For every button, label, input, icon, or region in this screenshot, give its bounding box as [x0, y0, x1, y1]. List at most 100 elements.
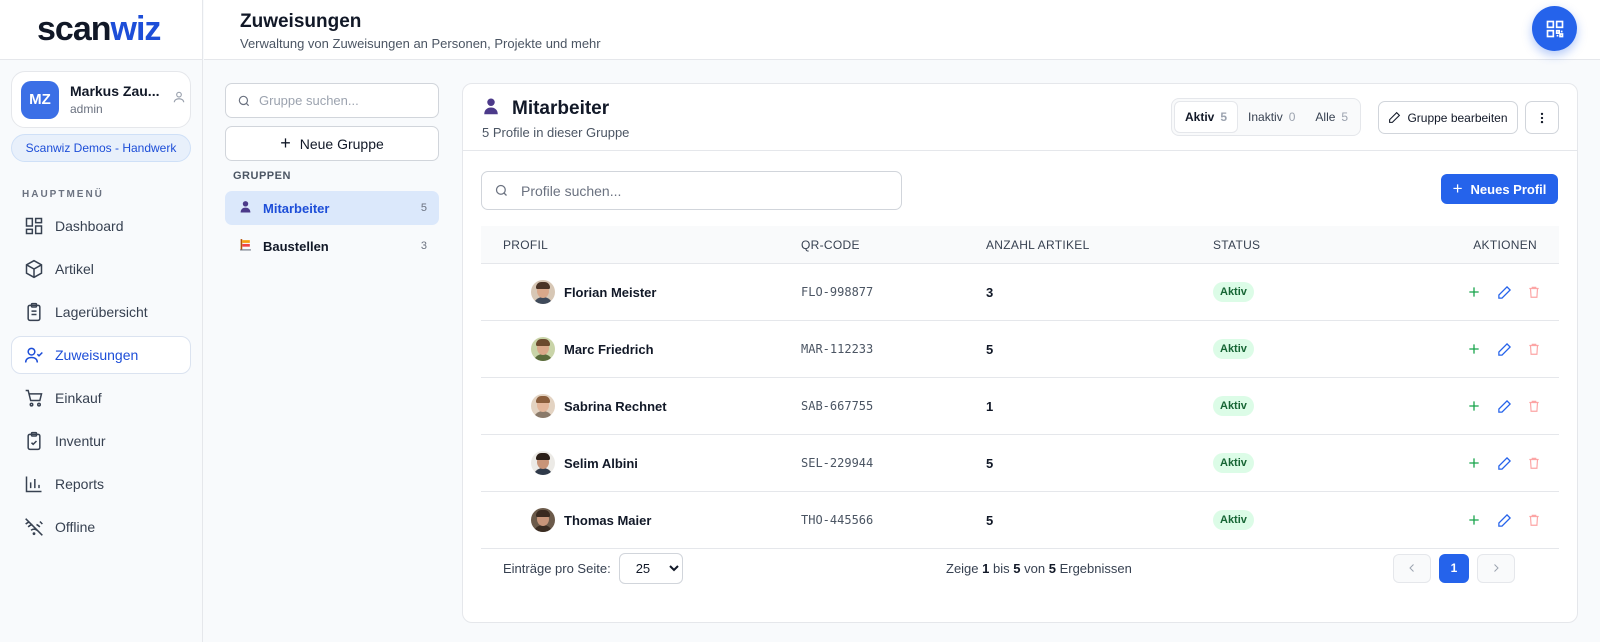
- menu-item-dashboard[interactable]: Dashboard: [11, 207, 191, 245]
- previous-page-button[interactable]: [1393, 553, 1431, 583]
- delete-profile-button[interactable]: [1519, 452, 1549, 474]
- table-row[interactable]: Florian Meister FLO-998877 3 Aktiv: [481, 264, 1559, 321]
- profile-search[interactable]: [481, 171, 902, 210]
- trash-icon: [1529, 514, 1539, 526]
- group-search-input[interactable]: [259, 93, 429, 108]
- next-page-button[interactable]: [1477, 553, 1515, 583]
- status-cell: Aktiv: [1213, 453, 1413, 473]
- search-icon: [238, 95, 250, 106]
- card-title: Mitarbeiter: [512, 97, 610, 119]
- column-header-status[interactable]: STATUS: [1213, 238, 1413, 252]
- menu-item-zuweisungen[interactable]: Zuweisungen: [11, 336, 191, 374]
- edit-profile-button[interactable]: [1489, 338, 1519, 360]
- column-header-qr-code[interactable]: QR-CODE: [801, 238, 986, 252]
- logo[interactable]: scan wiz: [0, 0, 202, 60]
- qr-scan-button[interactable]: [1532, 6, 1577, 51]
- menu-item-inventur[interactable]: Inventur: [11, 422, 191, 460]
- add-assignment-button[interactable]: [1459, 281, 1489, 303]
- filter-tab-alle[interactable]: Alle 5: [1305, 101, 1358, 133]
- column-header-anzahl-artikel[interactable]: ANZAHL ARTIKEL: [986, 238, 1213, 252]
- delete-profile-button[interactable]: [1519, 509, 1549, 531]
- menu-item-label: Artikel: [55, 261, 94, 277]
- group-item-baustellen[interactable]: Baustellen 3: [225, 229, 439, 263]
- profile-search-input[interactable]: [521, 182, 891, 199]
- profile-name[interactable]: Thomas Maier: [564, 513, 651, 528]
- table-row[interactable]: Sabrina Rechnet SAB-667755 1 Aktiv: [481, 378, 1559, 435]
- plus-icon: [1469, 344, 1479, 354]
- per-page-select[interactable]: 25: [618, 552, 683, 584]
- edit-profile-button[interactable]: [1489, 281, 1519, 303]
- card-header: Mitarbeiter 5 Profile in dieser Gruppe A…: [463, 84, 1577, 151]
- user-role: admin: [70, 102, 103, 116]
- user-card[interactable]: MZ Markus Zau... admin: [11, 71, 191, 128]
- menu-item-artikel[interactable]: Artikel: [11, 250, 191, 288]
- new-profile-button[interactable]: + Neues Profil: [1441, 174, 1558, 204]
- more-options-button[interactable]: [1525, 101, 1559, 134]
- qr-code-icon: [1546, 20, 1563, 37]
- column-header-profil[interactable]: PROFIL: [481, 238, 801, 252]
- table-row[interactable]: Selim Albini SEL-229944 5 Aktiv: [481, 435, 1559, 492]
- avatar: [531, 280, 555, 304]
- edit-group-button[interactable]: Gruppe bearbeiten: [1378, 101, 1518, 134]
- groups-heading: GRUPPEN: [233, 170, 291, 182]
- menu-item-lageruebersicht[interactable]: Lagerübersicht: [11, 293, 191, 331]
- group-search[interactable]: [225, 83, 439, 118]
- actions-cell: [1413, 281, 1559, 303]
- group-item-mitarbeiter[interactable]: Mitarbeiter 5: [225, 191, 439, 225]
- avatar: [531, 508, 555, 532]
- user-info: Markus Zau... admin: [70, 83, 166, 116]
- filter-tab-inaktiv[interactable]: Inaktiv 0: [1238, 101, 1305, 133]
- add-assignment-button[interactable]: [1459, 452, 1489, 474]
- new-group-button[interactable]: + Neue Gruppe: [225, 126, 439, 161]
- status-badge: Aktiv: [1213, 396, 1254, 416]
- profile-name[interactable]: Selim Albini: [564, 456, 638, 471]
- edit-profile-button[interactable]: [1489, 452, 1519, 474]
- pencil-icon: [1389, 111, 1401, 123]
- plus-icon: [1469, 401, 1479, 411]
- add-assignment-button[interactable]: [1459, 509, 1489, 531]
- trash-icon: [1529, 286, 1539, 298]
- chevron-left-icon: [1409, 564, 1414, 572]
- chevron-right-icon: [1494, 564, 1499, 572]
- delete-profile-button[interactable]: [1519, 338, 1549, 360]
- profile-name[interactable]: Marc Friedrich: [564, 342, 654, 357]
- results-total: 5: [1048, 560, 1056, 576]
- table-header: PROFIL QR-CODE ANZAHL ARTIKEL STATUS AKT…: [481, 226, 1559, 264]
- group-label: Mitarbeiter: [263, 200, 330, 216]
- menu-item-label: Einkauf: [55, 390, 102, 406]
- filter-count: 0: [1288, 110, 1296, 124]
- user-icon[interactable]: [172, 90, 186, 109]
- user-check-icon: [24, 347, 43, 363]
- delete-profile-button[interactable]: [1519, 281, 1549, 303]
- profile-name[interactable]: Florian Meister: [564, 285, 656, 300]
- actions-cell: [1413, 338, 1559, 360]
- page-button-current[interactable]: 1: [1439, 553, 1469, 583]
- page-header: Zuweisungen Verwaltung von Zuweisungen a…: [204, 0, 1600, 60]
- profiles-table: PROFIL QR-CODE ANZAHL ARTIKEL STATUS AKT…: [481, 226, 1559, 549]
- wifi-off-icon: [25, 518, 43, 536]
- table-row[interactable]: Thomas Maier THO-445566 5 Aktiv: [481, 492, 1559, 549]
- menu-item-einkauf[interactable]: Einkauf: [11, 379, 191, 417]
- status-badge: Aktiv: [1213, 282, 1254, 302]
- profile-cell: Sabrina Rechnet: [481, 394, 801, 418]
- edit-profile-button[interactable]: [1489, 509, 1519, 531]
- menu-item-reports[interactable]: Reports: [11, 465, 191, 503]
- profiles-card: Mitarbeiter 5 Profile in dieser Gruppe A…: [462, 83, 1578, 623]
- delete-profile-button[interactable]: [1519, 395, 1549, 417]
- profile-name[interactable]: Sabrina Rechnet: [564, 399, 667, 414]
- org-badge[interactable]: Scanwiz Demos - Handwerk: [11, 134, 191, 162]
- construction-icon: [238, 238, 252, 254]
- add-assignment-button[interactable]: [1459, 338, 1489, 360]
- add-assignment-button[interactable]: [1459, 395, 1489, 417]
- filter-tab-aktiv[interactable]: Aktiv 5: [1174, 101, 1239, 133]
- table-row[interactable]: Marc Friedrich MAR-112233 5 Aktiv: [481, 321, 1559, 378]
- edit-profile-button[interactable]: [1489, 395, 1519, 417]
- qr-code-cell: SAB-667755: [801, 399, 874, 413]
- per-page-label: Einträge pro Seite:: [503, 560, 611, 576]
- bar-chart-icon: [25, 476, 42, 493]
- status-cell: Aktiv: [1213, 396, 1413, 416]
- menu-item-label: Lagerübersicht: [55, 304, 148, 320]
- menu-item-offline[interactable]: Offline: [11, 508, 191, 546]
- status-filter: Aktiv 5 Inaktiv 0 Alle 5: [1171, 98, 1362, 136]
- qr-code-cell: MAR-112233: [801, 342, 874, 356]
